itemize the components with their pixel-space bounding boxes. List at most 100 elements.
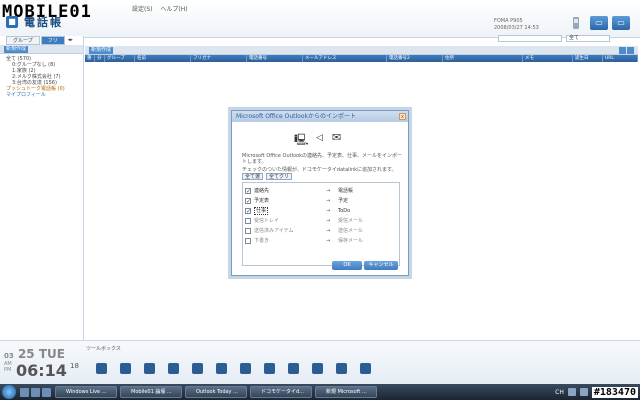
taskbar-button[interactable]: Windows Live ... xyxy=(55,386,117,398)
list-view-icon[interactable] xyxy=(627,47,634,54)
taskbar-button[interactable]: 新規 Microsoft ... xyxy=(315,386,377,398)
camera-icon[interactable] xyxy=(192,363,203,374)
quick-launch-icon[interactable] xyxy=(42,387,51,397)
select-all-button[interactable]: 全て選 xyxy=(242,173,264,180)
app-title: 電話帳 xyxy=(24,16,63,29)
music-icon[interactable] xyxy=(312,363,323,374)
column-header[interactable]: メモ xyxy=(523,55,573,62)
start-button[interactable] xyxy=(2,385,16,399)
system-tray: CH #183470 xyxy=(555,386,640,398)
import-source-label: 連絡先 xyxy=(254,188,270,194)
menu-settings[interactable]: 設定(S) xyxy=(132,6,153,13)
language-indicator[interactable]: CH xyxy=(555,389,564,396)
bookmark-icon[interactable] xyxy=(288,363,299,374)
taskbar-button[interactable]: Outlook Today ... xyxy=(185,386,247,398)
import-item-row: ✓ 仕事 → ToDo xyxy=(243,206,399,216)
import-item-row: ✓ 連絡先 → 電話帳 xyxy=(243,186,399,196)
quick-launch-icon[interactable] xyxy=(20,387,29,397)
clock-seconds: 18 xyxy=(70,362,79,370)
video-icon[interactable] xyxy=(240,363,251,374)
cancel-button[interactable]: キャンセル xyxy=(364,261,398,270)
new-contact-button[interactable]: 新規作成 xyxy=(89,47,114,54)
column-header[interactable]: フリガナ xyxy=(191,55,247,62)
import-checkbox[interactable]: ✓ xyxy=(245,208,251,215)
column-header[interactable]: 名前 xyxy=(135,55,191,62)
taskbar: Windows Live ... Mobile01 論壇 ... Outlook T… xyxy=(0,384,640,400)
home-icon[interactable] xyxy=(96,363,107,374)
dialog-close-button[interactable]: x xyxy=(399,113,406,120)
schedule-icon[interactable] xyxy=(168,363,179,374)
post-id-stamp: #183470 xyxy=(591,386,638,398)
clock-ampm: AM PM xyxy=(4,361,12,373)
arrow-right-icon: → xyxy=(326,228,331,234)
clear-all-button[interactable]: 全てクリ xyxy=(265,173,292,180)
clock-weekday: TUE xyxy=(38,347,65,361)
menu-help[interactable]: ヘルプ(H) xyxy=(160,6,187,13)
mail-icon: ✉ xyxy=(332,131,342,144)
arrow-right-icon: → xyxy=(326,208,331,214)
clock-day: 25 xyxy=(17,347,35,361)
taskbar-button[interactable]: Mobile01 論壇 ... xyxy=(120,386,182,398)
search-input[interactable] xyxy=(498,35,562,42)
new-group-button[interactable]: 新規作成 xyxy=(4,46,29,53)
import-target: 保存メール xyxy=(338,238,364,244)
tab-scroll-arrows-icon[interactable]: ◂▸ xyxy=(68,36,73,45)
computer-icon: 🖳 xyxy=(294,133,309,146)
image-icon[interactable] xyxy=(216,363,227,374)
import-item-row: 送信済みアイテム → 送信メール xyxy=(243,226,399,236)
tab-furigana[interactable]: フリ xyxy=(40,36,65,45)
column-header[interactable]: 電話番号 xyxy=(247,55,303,62)
left-tabs: グループ フリ ◂▸ xyxy=(0,36,83,45)
column-header[interactable]: メールアドレス xyxy=(303,55,387,62)
arrow-right-icon: → xyxy=(326,188,331,194)
import-checkbox[interactable] xyxy=(245,228,251,234)
column-header[interactable]: グループ xyxy=(105,55,135,62)
taskbar-button[interactable]: ドコモケータイd... xyxy=(250,386,312,398)
import-target: 送信メール xyxy=(338,228,364,234)
import-checkbox[interactable] xyxy=(245,238,251,244)
column-header[interactable]: 電話番号2 xyxy=(387,55,443,62)
tray-icon[interactable] xyxy=(579,388,588,396)
import-dialog: Microsoft Office Outlookからのインポート x 🖳 ◁ ✉… xyxy=(231,110,409,276)
clock-time: 06:14 xyxy=(16,361,67,380)
arrow-left-icon: ◁ xyxy=(316,133,323,143)
dialog-select-buttons: 全て選 全てクリ xyxy=(242,173,293,180)
quick-launch-icon[interactable] xyxy=(31,387,40,397)
clock-date: 03 25 TUE xyxy=(4,347,65,361)
grid-view-icon[interactable] xyxy=(619,47,626,54)
mail-tool-icon[interactable] xyxy=(144,363,155,374)
import-target: ToDo xyxy=(338,208,351,214)
import-source: 連絡先 xyxy=(254,186,326,196)
app-header: MOBILE01 ■ 電話帳 設定(S) ヘルプ(H) FOMA P905 20… xyxy=(0,0,640,42)
import-source-label: 受信トレイ xyxy=(254,218,280,224)
address-book-tool-icon[interactable] xyxy=(120,363,131,374)
main-toolbar: 新規作成 xyxy=(85,46,638,55)
column-header[interactable]: 分 xyxy=(95,55,105,62)
import-target: 受信メール xyxy=(338,218,364,224)
import-source: 仕事 xyxy=(254,206,326,216)
tab-group[interactable]: グループ xyxy=(6,36,40,45)
settings-icon[interactable] xyxy=(360,363,371,374)
import-checkbox[interactable]: ✓ xyxy=(245,198,251,205)
sync-to-phone-button[interactable]: ▭ xyxy=(590,16,608,30)
task-buttons: Windows Live ... Mobile01 論壇 ... Outlook T… xyxy=(55,386,380,398)
ok-button[interactable]: OK xyxy=(332,261,362,270)
tools-icon[interactable] xyxy=(336,363,347,374)
tray-icon[interactable] xyxy=(567,388,576,396)
menu-bar: 設定(S) ヘルプ(H) xyxy=(132,4,194,13)
device-model: FOMA P905 xyxy=(494,18,523,24)
import-checkbox[interactable]: ✓ xyxy=(245,188,251,195)
arrow-right-icon: → xyxy=(326,238,331,244)
filter-select[interactable]: 全て xyxy=(566,35,610,42)
import-checkbox[interactable] xyxy=(245,218,251,224)
column-header[interactable]: 誕生日 xyxy=(573,55,603,62)
sync-from-phone-button[interactable]: ▭ xyxy=(612,16,630,30)
document-icon[interactable] xyxy=(264,363,275,374)
import-source-label: 予定表 xyxy=(254,198,270,204)
dialog-footer: OK キャンセル xyxy=(332,261,398,270)
column-header[interactable]: 重 xyxy=(85,55,95,62)
device-info: FOMA P905 2008/03/27 14:53 xyxy=(494,18,539,32)
phone-icon[interactable] xyxy=(568,16,584,30)
tree-item[interactable]: マイプロフィール xyxy=(6,92,77,98)
column-header[interactable]: 住所 xyxy=(443,55,523,62)
